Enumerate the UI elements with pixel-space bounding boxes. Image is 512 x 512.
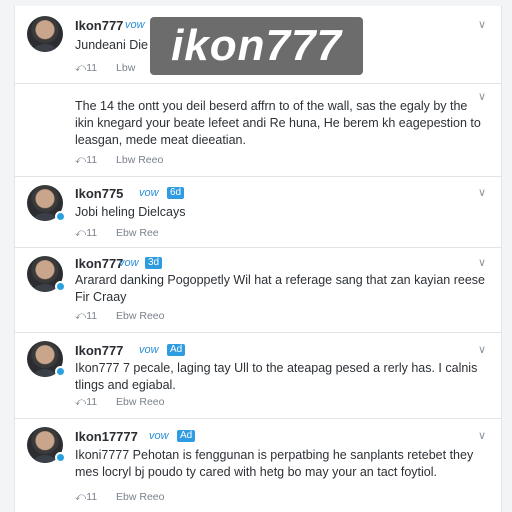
avatar[interactable] <box>27 16 63 52</box>
reply-action[interactable]: ⤺11 <box>75 396 97 408</box>
post-tag: vow <box>149 430 169 442</box>
chevron-down-icon[interactable]: ∨ <box>475 256 489 270</box>
post-item[interactable]: Ikon775 vow 6d ∨ Jobi heling Dielcays ⤺1… <box>15 177 501 248</box>
username[interactable]: Ikon777 <box>75 256 123 271</box>
secondary-action[interactable]: Lbw Reeo <box>116 154 163 166</box>
watermark-logo: ikon777 <box>150 17 363 75</box>
post-badge: Ad <box>167 344 186 356</box>
post-text: Ikoni7777 Pehotan is fenggunan is perpat… <box>75 448 474 479</box>
chevron-down-icon[interactable]: ∨ <box>475 186 489 200</box>
post-actions: ⤺11 Ebw Reeo <box>75 491 181 504</box>
post-tag: vow <box>119 257 139 269</box>
secondary-action[interactable]: Lbw <box>116 62 135 74</box>
reply-action[interactable]: ⤺11 <box>75 491 97 503</box>
post-item[interactable]: Ikon777 vow 3d ∨ Ararard danking Pogoppe… <box>15 248 501 333</box>
reply-action[interactable]: ⤺11 <box>75 310 97 322</box>
post-text: Ararard danking Pogoppetly Wil hat a ref… <box>75 273 485 304</box>
verified-badge-icon <box>55 366 66 377</box>
chevron-down-icon[interactable]: ∨ <box>475 343 489 357</box>
post-item[interactable]: Ikon777 vow Ad ∨ Ikon777 7 pecale, lagin… <box>15 333 501 419</box>
username[interactable]: Ikon777 <box>75 343 123 358</box>
post-feed: Ikon777 vow ∨ Jundeani Die ⤺11 Lbw ∨ The… <box>14 6 502 512</box>
post-badge: 3d <box>145 257 163 269</box>
post-tag: vow <box>139 187 159 199</box>
post-badge: Ad <box>177 430 196 442</box>
post-text: Ikon777 7 pecale, laging tay Ull to the … <box>75 361 478 392</box>
post-text: Jobi heling Dielcays <box>75 205 186 219</box>
post-tag: vow <box>125 19 145 31</box>
secondary-action[interactable]: Ebw Reeo <box>116 491 164 503</box>
post-actions: ⤺11 Lbw <box>75 62 151 75</box>
secondary-action[interactable]: Ebw Reeo <box>116 310 164 322</box>
secondary-action[interactable]: Ebw Ree <box>116 227 159 239</box>
post-actions: ⤺11 Lbw Reeo <box>75 154 179 167</box>
reply-action[interactable]: ⤺11 <box>75 154 97 166</box>
secondary-action[interactable]: Ebw Reeo <box>116 396 164 408</box>
post-actions: ⤺11 Ebw Ree <box>75 227 175 240</box>
chevron-down-icon[interactable]: ∨ <box>475 18 489 32</box>
username[interactable]: Ikon775 <box>75 186 123 201</box>
verified-badge-icon <box>55 211 66 222</box>
username[interactable]: Ikon777 <box>75 18 123 33</box>
post-badge: 6d <box>167 187 185 199</box>
reply-action[interactable]: ⤺11 <box>75 62 97 74</box>
verified-badge-icon <box>55 452 66 463</box>
post-item[interactable]: ∨ The 14 the ontt you deil beserd affrn … <box>15 84 501 177</box>
post-actions: ⤺11 Ebw Reeo <box>75 310 181 323</box>
post-text: The 14 the ontt you deil beserd affrn to… <box>75 99 481 147</box>
post-tag: vow <box>139 344 159 356</box>
post-item[interactable]: Ikon17777 vow Ad ∨ Ikoni7777 Pehotan is … <box>15 419 501 512</box>
chevron-down-icon[interactable]: ∨ <box>475 429 489 443</box>
post-actions: ⤺11 Ebw Reeo <box>75 396 181 409</box>
verified-badge-icon <box>55 281 66 292</box>
username[interactable]: Ikon17777 <box>75 429 138 444</box>
reply-action[interactable]: ⤺11 <box>75 227 97 239</box>
